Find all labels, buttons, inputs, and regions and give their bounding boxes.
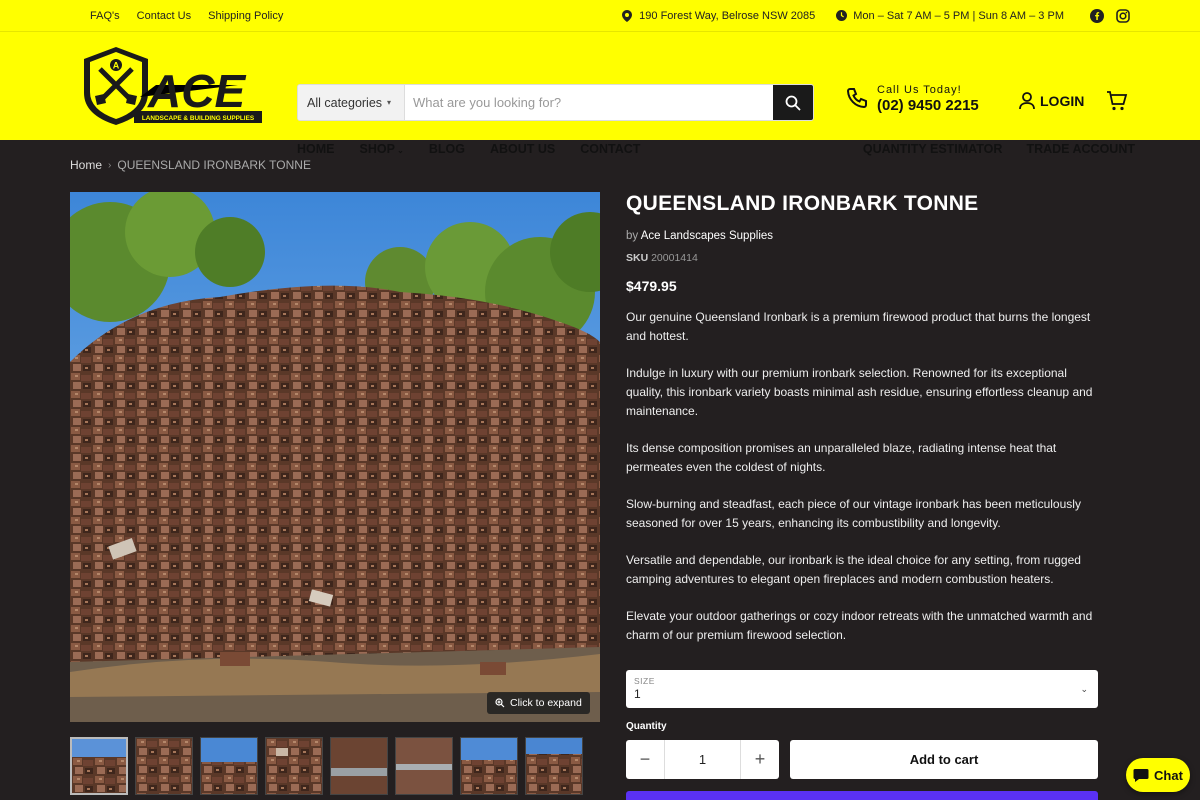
login-label: LOGIN — [1040, 93, 1085, 109]
ace-logo[interactable]: A ACE LANDSCAPE & BUILDING SUPPLIES — [78, 45, 263, 127]
thumbnail-6[interactable] — [395, 737, 453, 795]
user-icon — [1019, 92, 1035, 110]
search-icon — [785, 95, 801, 111]
quantity-increase-button[interactable]: + — [741, 740, 779, 779]
nav-about-us[interactable]: ABOUT US — [490, 142, 555, 156]
search-input[interactable] — [405, 85, 773, 120]
instagram-icon[interactable] — [1116, 8, 1130, 23]
size-value: 1 — [634, 687, 641, 701]
breadcrumb: Home › QUEENSLAND IRONBARK TONNE — [70, 158, 311, 172]
nav-home[interactable]: HOME — [297, 142, 335, 156]
nav-trade-account[interactable]: TRADE ACCOUNT — [1026, 142, 1135, 156]
svg-text:A: A — [113, 61, 120, 71]
store-address: 190 Forest Way, Belrose NSW 2085 — [639, 9, 816, 22]
thumbnail-7[interactable] — [460, 737, 518, 795]
chat-bubble-icon — [1133, 768, 1149, 782]
site-header: A ACE LANDSCAPE & BUILDING SUPPLIES All … — [0, 32, 1200, 156]
phone-contact[interactable]: Call Us Today! (02) 9450 2215 — [845, 84, 979, 114]
quantity-decrease-button[interactable]: − — [626, 740, 664, 779]
product-details: QUEENSLAND IRONBARK TONNE by Ace Landsca… — [626, 192, 1098, 663]
size-label: SIZE — [634, 676, 655, 686]
product-sku: SKU 20001414 — [626, 252, 1098, 264]
faq-link[interactable]: FAQ's — [90, 10, 120, 22]
svg-text:LANDSCAPE & BUILDING SUPPLIES: LANDSCAPE & BUILDING SUPPLIES — [142, 115, 255, 122]
product-vendor: by Ace Landscapes Supplies — [626, 230, 1098, 242]
clock-icon — [835, 10, 847, 22]
firewood-pile-image — [70, 192, 600, 722]
sku-value: 20001414 — [651, 252, 698, 264]
thumbnail-4[interactable] — [265, 737, 323, 795]
add-to-cart-button[interactable]: Add to cart — [790, 740, 1098, 779]
product-title: QUEENSLAND IRONBARK TONNE — [626, 192, 979, 215]
svg-text:ACE: ACE — [147, 65, 246, 117]
login-link[interactable]: LOGIN — [1019, 92, 1084, 110]
thumbnail-2[interactable] — [135, 737, 193, 795]
thumbnail-1[interactable] — [70, 737, 128, 795]
shop-pay-button[interactable] — [626, 791, 1098, 800]
chevron-right-icon: › — [108, 159, 112, 171]
store-info: 190 Forest Way, Belrose NSW 2085 Mon – S… — [621, 8, 1130, 23]
utility-links: FAQ's Contact Us Shipping Policy — [90, 10, 297, 22]
description-paragraph: Our genuine Queensland Ironbark is a pre… — [626, 310, 1091, 343]
contact-us-link[interactable]: Contact Us — [137, 10, 191, 22]
thumbnail-5[interactable] — [330, 737, 388, 795]
vendor-link[interactable]: Ace Landscapes Supplies — [641, 230, 773, 242]
chevron-down-icon: ⌄ — [1080, 684, 1088, 694]
quantity-stepper: − 1 + — [626, 740, 779, 779]
vendor-by-label: by — [626, 230, 639, 242]
chevron-down-icon: ⌄ — [394, 146, 404, 155]
phone-icon — [846, 88, 867, 109]
location-pin-icon — [621, 9, 633, 22]
phone-number: (02) 9450 2215 — [877, 97, 979, 114]
call-us-label: Call Us Today! — [877, 84, 962, 96]
expand-label: Click to expand — [510, 697, 582, 709]
thumbnail-3[interactable] — [200, 737, 258, 795]
product-price: $479.95 — [626, 278, 677, 294]
sku-label: SKU — [626, 252, 649, 264]
nav-contact[interactable]: CONTACT — [580, 142, 640, 156]
click-to-expand-button[interactable]: Click to expand — [487, 692, 590, 714]
nav-shop[interactable]: SHOP ⌄ — [360, 142, 404, 156]
quantity-label: Quantity — [626, 721, 667, 732]
product-description: Our genuine Queensland Ironbark is a pre… — [626, 308, 1098, 645]
main-nav: HOME SHOP ⌄ BLOG ABOUT US CONTACT — [297, 142, 640, 156]
description-paragraph: Its dense composition promises an unpara… — [626, 441, 1057, 474]
size-select[interactable]: SIZE 1 ⌄ — [626, 670, 1098, 708]
utility-bar: FAQ's Contact Us Shipping Policy 190 For… — [0, 0, 1200, 32]
secondary-nav: QUANTITY ESTIMATOR TRADE ACCOUNT — [863, 142, 1135, 156]
nav-blog[interactable]: BLOG — [429, 142, 465, 156]
shipping-policy-link[interactable]: Shipping Policy — [208, 10, 283, 22]
description-paragraph: Elevate your outdoor gatherings or cozy … — [626, 609, 1093, 642]
facebook-icon[interactable] — [1090, 8, 1104, 23]
category-select[interactable]: All categories ▾ — [298, 85, 405, 120]
product-thumbnails — [70, 737, 583, 795]
quantity-input[interactable]: 1 — [664, 740, 741, 779]
description-paragraph: Indulge in luxury with our premium ironb… — [626, 366, 1093, 418]
store-hours: Mon – Sat 7 AM – 5 PM | Sun 8 AM – 3 PM — [853, 9, 1064, 22]
zoom-icon — [495, 698, 505, 708]
chevron-down-icon: ▾ — [387, 98, 392, 107]
chat-label: Chat — [1154, 767, 1183, 783]
category-select-label: All categories — [307, 95, 383, 110]
breadcrumb-current: QUEENSLAND IRONBARK TONNE — [117, 158, 311, 172]
chat-button[interactable]: Chat — [1126, 758, 1190, 792]
nav-quantity-estimator[interactable]: QUANTITY ESTIMATOR — [863, 142, 1003, 156]
breadcrumb-home[interactable]: Home — [70, 158, 102, 172]
search-button[interactable] — [773, 85, 813, 120]
product-main-image[interactable] — [70, 192, 600, 722]
description-paragraph: Versatile and dependable, our ironbark i… — [626, 553, 1081, 586]
cart-icon[interactable] — [1106, 90, 1128, 112]
search-bar: All categories ▾ — [297, 84, 814, 121]
description-paragraph: Slow-burning and steadfast, each piece o… — [626, 497, 1081, 530]
thumbnail-8[interactable] — [525, 737, 583, 795]
nav-shop-label: SHOP — [359, 142, 395, 156]
